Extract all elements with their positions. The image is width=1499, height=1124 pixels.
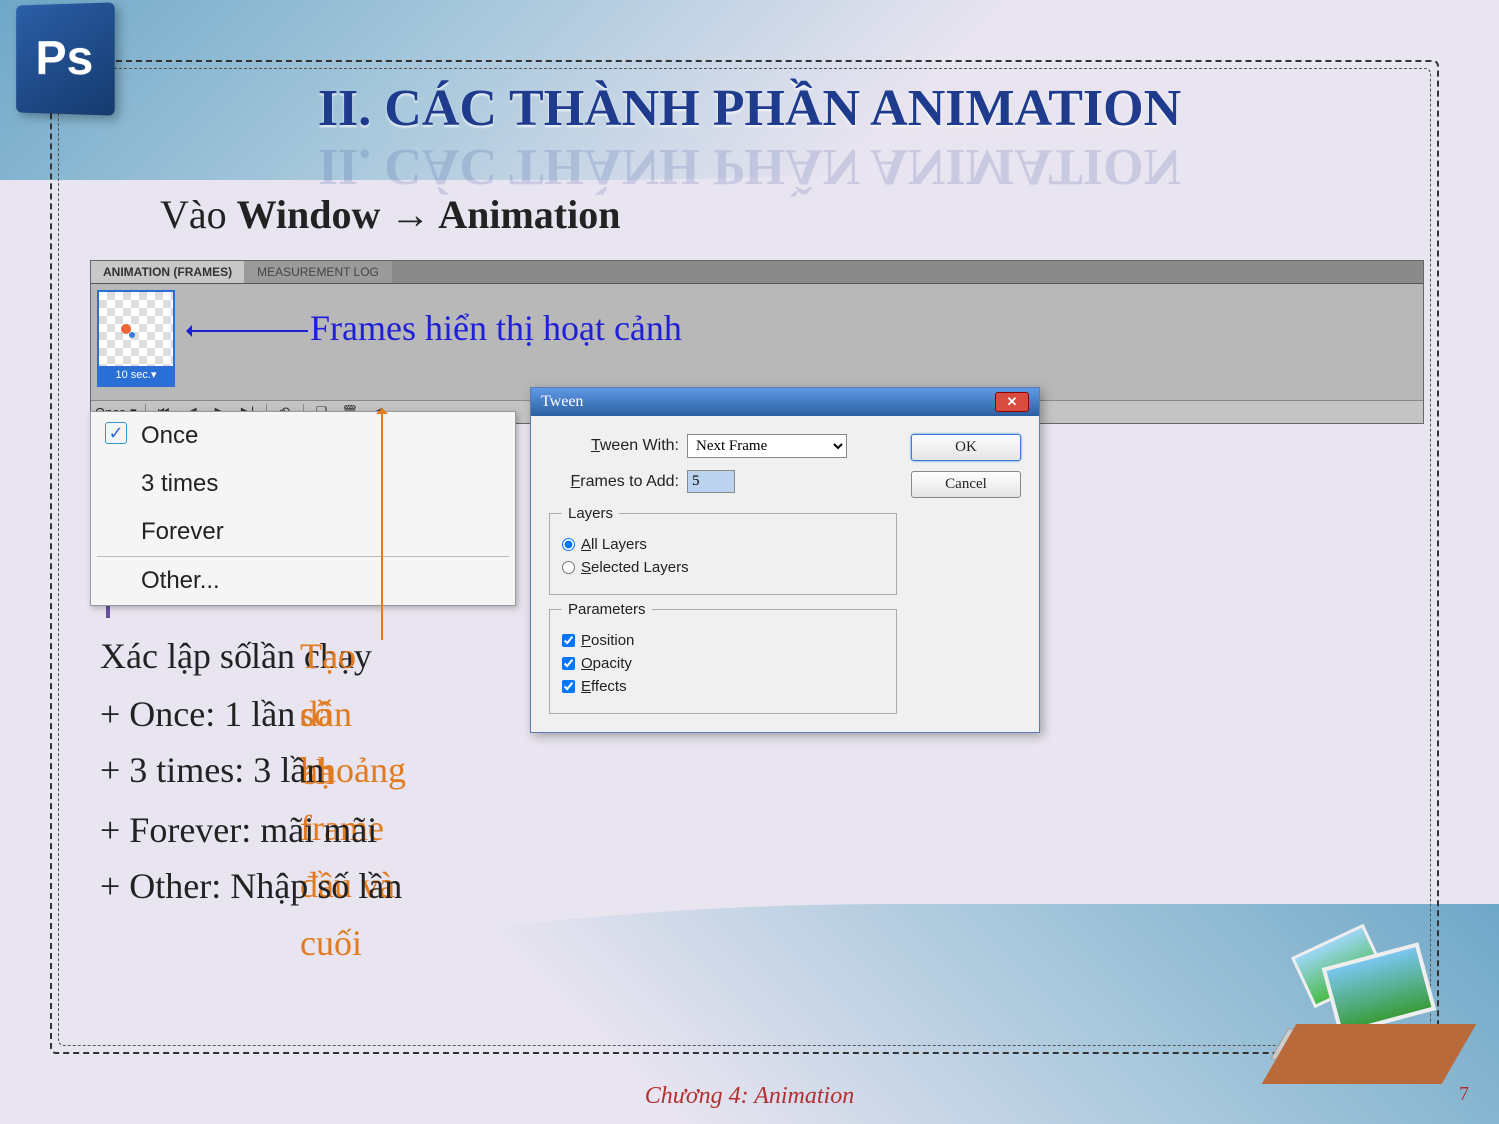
- parameters-legend: Parameters: [562, 601, 652, 618]
- frames-to-add-input[interactable]: [687, 470, 735, 493]
- arrow-orange-icon: [381, 410, 383, 640]
- tab-animation-frames[interactable]: ANIMATION (FRAMES): [91, 261, 245, 283]
- intro-bold: Window → Animation: [237, 192, 621, 237]
- intro-text: Vào Window → Animation: [160, 195, 620, 235]
- text-black: + Other: Nhập số lần: [100, 866, 402, 906]
- tween-body: Tween With: Next Frame Frames to Add: La…: [531, 416, 1039, 732]
- check-icon: ✓: [105, 422, 127, 444]
- position-option[interactable]: Position: [562, 632, 884, 649]
- intro-prefix: Vào: [160, 192, 237, 237]
- text-black2: lần: [251, 694, 295, 734]
- slide-title: II. CÁC THÀNH PHẦN ANIMATION: [0, 80, 1499, 137]
- all-layers-option[interactable]: All Layers: [562, 536, 884, 553]
- all-layers-radio[interactable]: [562, 538, 575, 551]
- layers-fieldset: Layers All Layers Selected Layers: [549, 505, 897, 595]
- panel-tabs: ANIMATION (FRAMES) MEASUREMENT LOG: [91, 261, 1423, 284]
- footer-chapter: Chương 4: Animation: [0, 1083, 1499, 1110]
- cancel-button[interactable]: Cancel: [911, 471, 1021, 498]
- close-button[interactable]: ✕: [995, 392, 1029, 412]
- tween-titlebar[interactable]: Tween ✕: [531, 388, 1039, 416]
- tween-with-row: Tween With: Next Frame: [549, 434, 897, 458]
- frames-to-add-label: Frames to Add:: [549, 473, 679, 491]
- text-black: Xác lập số: [100, 636, 261, 676]
- frames-to-add-row: Frames to Add:: [549, 470, 897, 493]
- text-black-under: lần: [280, 750, 324, 790]
- loop-option-3times[interactable]: 3 times: [91, 460, 515, 508]
- selected-layers-option[interactable]: Selected Layers: [562, 559, 884, 576]
- tween-with-select[interactable]: Next Frame: [687, 434, 847, 458]
- effects-checkbox[interactable]: [562, 680, 575, 693]
- body-line-3: + 3 times: 3 khoảng frame đầu và cuốilần: [100, 742, 324, 800]
- frame-thumbnail-1[interactable]: 1 10 sec.▾: [97, 290, 175, 387]
- frame-delay-label[interactable]: 10 sec.▾: [99, 366, 173, 385]
- opacity-option[interactable]: Opacity: [562, 655, 884, 672]
- tween-with-label: Tween With:: [549, 437, 679, 455]
- loop-options-menu: ✓ Once 3 times Forever Other...: [90, 411, 516, 606]
- loop-option-other[interactable]: Other...: [91, 557, 515, 605]
- sample-dot2-icon: [129, 332, 135, 338]
- opacity-checkbox[interactable]: [562, 657, 575, 670]
- frame-canvas-checker: [99, 292, 173, 366]
- tween-form: Tween With: Next Frame Frames to Add: La…: [549, 434, 897, 714]
- tween-dialog: Tween ✕ Tween With: Next Frame Frames to…: [530, 387, 1040, 733]
- ok-button[interactable]: OK: [911, 434, 1021, 461]
- all-layers-label: All Layers: [581, 536, 647, 553]
- loop-option-forever[interactable]: Forever: [91, 508, 515, 556]
- frames-strip: 1 10 sec.▾: [91, 284, 1423, 400]
- tween-buttons: OK Cancel: [911, 434, 1021, 714]
- selected-layers-radio[interactable]: [562, 561, 575, 574]
- desk-icon: [1262, 1024, 1477, 1084]
- text-black: + 3 times: 3: [100, 750, 280, 790]
- effects-option[interactable]: Effects: [562, 678, 884, 695]
- loop-option-once[interactable]: ✓ Once: [91, 412, 515, 460]
- position-label: Position: [581, 632, 634, 649]
- body-line-5: + Other: Nhập số lần: [100, 858, 402, 916]
- body-line-4: + Forever: mãi mãi: [100, 802, 377, 860]
- text-black: + Forever: mãi mãi: [100, 810, 377, 850]
- tab-measurement-log[interactable]: MEASUREMENT LOG: [245, 261, 392, 283]
- loop-once-label: Once: [141, 422, 198, 449]
- parameters-fieldset: Parameters Position Opacity Effects: [549, 601, 897, 714]
- arrow-blue-icon: [188, 330, 308, 332]
- tween-title-text: Tween: [541, 393, 583, 411]
- text-black: + Once: 1: [100, 694, 251, 734]
- effects-label: Effects: [581, 678, 627, 695]
- laptop-decorative-icon: [1239, 924, 1459, 1084]
- selected-layers-label: Selected Layers: [581, 559, 689, 576]
- position-checkbox[interactable]: [562, 634, 575, 647]
- photoshop-logo-icon: Ps: [16, 2, 115, 115]
- body-line-2: + Once: 1 dần chlần: [100, 686, 295, 744]
- page-number: 7: [1459, 1083, 1469, 1106]
- opacity-label: Opacity: [581, 655, 632, 672]
- body-line-1: Xác lập số Tạo số hạlần chạy: [100, 628, 372, 686]
- slide-title-reflection: II. CÁC THÀNH PHẦN ANIMATION: [0, 138, 1499, 195]
- layers-legend: Layers: [562, 505, 619, 522]
- annotation-frames-label: Frames hiển thị hoạt cảnh: [310, 310, 682, 346]
